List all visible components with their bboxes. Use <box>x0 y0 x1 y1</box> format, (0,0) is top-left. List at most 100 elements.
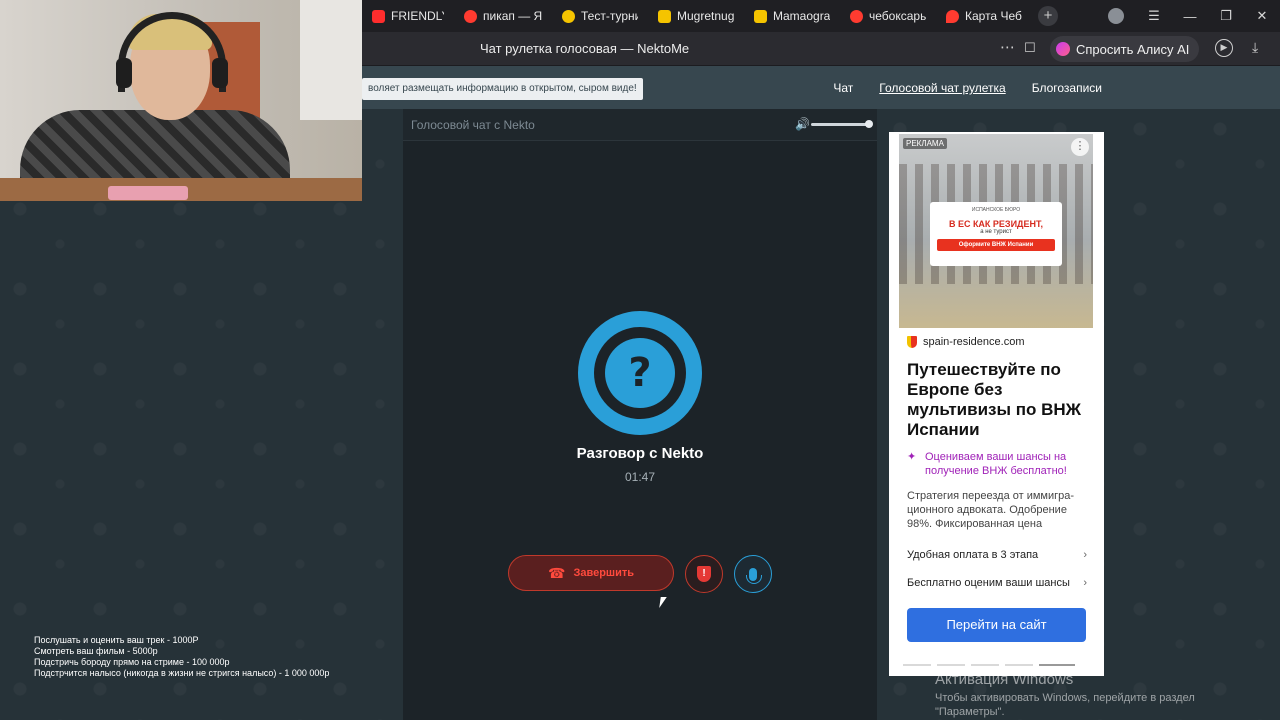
ad-offer-text: Оцениваем ваши шансы на получение ВНЖ бе… <box>925 451 1067 477</box>
download-icon[interactable]: ⤓ <box>1252 39 1258 56</box>
tab-label: Карта Чебо <box>965 9 1022 23</box>
shield-logo-icon <box>907 336 917 348</box>
yandex-icon <box>464 9 477 23</box>
call-timer: 01:47 <box>624 470 656 484</box>
alice-icon <box>1056 42 1070 56</box>
chevron-right-icon: › <box>1083 549 1087 561</box>
carousel-dot[interactable] <box>937 664 965 666</box>
browser-tab-7[interactable]: Карта Чебо <box>936 0 1032 32</box>
yandex-icon <box>850 9 863 23</box>
window-controls: ☰ — ❐ ✕ <box>1108 0 1280 32</box>
nav-chat[interactable]: Чат <box>833 81 853 95</box>
browser-tab-3[interactable]: Тест-турни <box>552 0 648 32</box>
conversation-title: Разговор с Nekto <box>576 445 704 462</box>
site-nav: Чат Голосовой чат рулетка Блогозаписи <box>833 81 1102 95</box>
price-item: Смотреть ваш фильм - 5000р <box>34 646 158 656</box>
more-icon[interactable]: ⋯ <box>1000 38 1015 56</box>
ad-link-label: Бесплатно оценим ваши шансы <box>907 577 1070 589</box>
ad-card-subline: а не турист <box>980 229 1012 235</box>
ad-link-payment[interactable]: Удобная оплата в 3 этапа › <box>907 549 1087 561</box>
tab-label: чебоксары <box>869 9 926 23</box>
voice-chat-panel: Голосовой чат с Nekto 🔊 ? Разговор с Nek… <box>403 109 877 720</box>
browser-tab-4[interactable]: Mugretnug <box>648 0 744 32</box>
chat-header-title: Голосовой чат с Nekto <box>411 118 535 132</box>
menu-icon[interactable]: ☰ <box>1136 8 1172 24</box>
ask-alice-button[interactable]: Спросить Алису AI <box>1050 36 1200 62</box>
ad-cta-button[interactable]: Перейти на сайт <box>907 608 1086 642</box>
ad-link-assessment[interactable]: Бесплатно оценим ваши шансы › <box>907 577 1087 589</box>
nav-blog[interactable]: Блогозаписи <box>1032 81 1102 95</box>
activation-line: "Параметры". <box>935 706 1005 718</box>
webcam-window <box>300 0 362 120</box>
webcam-phone <box>108 186 188 200</box>
microphone-button[interactable] <box>734 555 772 593</box>
ad-link-label: Удобная оплата в 3 этапа <box>907 549 1039 561</box>
ad-offer[interactable]: ✦ Оцениваем ваши шансы на получение ВНЖ … <box>907 450 1097 478</box>
price-item: Послушать и оценить ваш трек - 1000Р <box>34 635 199 645</box>
report-button[interactable]: ! <box>685 555 723 593</box>
restore-icon[interactable]: ❐ <box>1208 8 1244 24</box>
browser-tab-6[interactable]: чебоксары <box>840 0 936 32</box>
hangup-phone-icon: ☎ <box>548 564 566 581</box>
profile-avatar[interactable] <box>1108 8 1124 24</box>
price-item: Подстрчится налысо (никогда в жизни не с… <box>34 668 330 678</box>
chevron-right-icon: › <box>1083 577 1087 589</box>
page-title[interactable]: Чат рулетка голосовая — NektoMe <box>480 41 689 56</box>
windows-activation-watermark: Активация Windows Чтобы активировать Win… <box>935 671 1195 718</box>
activation-title: Активация Windows <box>935 671 1074 688</box>
ad-carousel-dots <box>903 664 1075 666</box>
chat-header: Голосовой чат с Nekto 🔊 <box>403 109 877 141</box>
ad-card-headline: В ЕС КАК РЕЗИДЕНТ, <box>948 219 1044 229</box>
site-notice: воляет размещать информацию в открытом, … <box>362 78 643 100</box>
volume-slider[interactable] <box>811 123 869 126</box>
ad-image-card: ИСПАНСКОЕ БЮРО В ЕС КАК РЕЗИДЕНТ, а не т… <box>930 202 1062 266</box>
ad-card-button: Оформите ВНЖ Испании <box>937 239 1055 251</box>
interlocutor-avatar: ? <box>578 311 702 435</box>
end-call-button[interactable]: ☎ Завершить <box>508 555 674 591</box>
stream-price-list: Послушать и оценить ваш трек - 1000Р Смо… <box>34 635 329 679</box>
crown-icon <box>562 9 575 23</box>
microphone-icon <box>746 567 762 584</box>
bookmark-icon[interactable]: ☐ <box>1024 40 1036 56</box>
carousel-dot[interactable] <box>903 664 931 666</box>
sparkle-icon: ✦ <box>907 451 917 463</box>
volume-icon[interactable]: 🔊 <box>795 117 810 131</box>
browser-tab-5[interactable]: Mamaogra <box>744 0 840 32</box>
ad-card-brand: ИСПАНСКОЕ БЮРО <box>971 207 1021 213</box>
webcam-overlay <box>0 0 362 201</box>
shield-alert-icon: ! <box>697 566 711 582</box>
headphone-ear-left <box>116 58 132 88</box>
browser-tab-2[interactable]: пикап — Ян <box>454 0 552 32</box>
end-call-label: Завершить <box>573 567 634 579</box>
new-tab-button[interactable]: + <box>1038 6 1058 26</box>
carousel-dot[interactable] <box>1005 664 1033 666</box>
ad-label: РЕКЛАМА <box>903 138 947 149</box>
tab-label: Mamaogra <box>773 9 830 23</box>
tab-label: Тест-турни <box>581 9 638 23</box>
minimize-icon[interactable]: — <box>1172 9 1208 24</box>
map-pin-icon <box>946 9 959 23</box>
tab-label: пикап — Ян <box>483 9 542 23</box>
youtube-icon <box>372 9 385 23</box>
headphone-ear-right <box>212 58 228 88</box>
price-item: Подстричь бороду прямо на стриме - 100 0… <box>34 657 230 667</box>
ad-domain[interactable]: spain-residence.com <box>907 336 1025 348</box>
carousel-dot-active[interactable] <box>1039 664 1075 666</box>
nav-voice-roulette[interactable]: Голосовой чат рулетка <box>879 81 1005 95</box>
avatar-inner-ring: ? <box>594 327 686 419</box>
folder-icon <box>658 9 671 23</box>
ad-more-icon[interactable]: ⋮ <box>1071 138 1089 156</box>
media-play-icon[interactable]: ▶ <box>1215 39 1233 57</box>
volume-slider-handle[interactable] <box>865 120 873 128</box>
folder-icon <box>754 9 767 23</box>
carousel-dot[interactable] <box>971 664 999 666</box>
activation-line: Чтобы активировать Windows, перейдите в … <box>935 692 1195 704</box>
browser-tab-1[interactable]: FRIENDLY T <box>362 0 454 32</box>
ad-image[interactable]: РЕКЛАМА ⋮ ИСПАНСКОЕ БЮРО В ЕС КАК РЕЗИДЕ… <box>899 134 1093 328</box>
advertisement[interactable]: РЕКЛАМА ⋮ ИСПАНСКОЕ БЮРО В ЕС КАК РЕЗИДЕ… <box>889 132 1104 676</box>
ad-headline[interactable]: Путешествуйте по Европе без мультивизы п… <box>907 360 1097 440</box>
tab-label: FRIENDLY T <box>391 9 444 23</box>
question-mark-icon: ? <box>605 338 675 408</box>
close-icon[interactable]: ✕ <box>1244 8 1280 24</box>
tab-label: Mugretnug <box>677 9 734 23</box>
